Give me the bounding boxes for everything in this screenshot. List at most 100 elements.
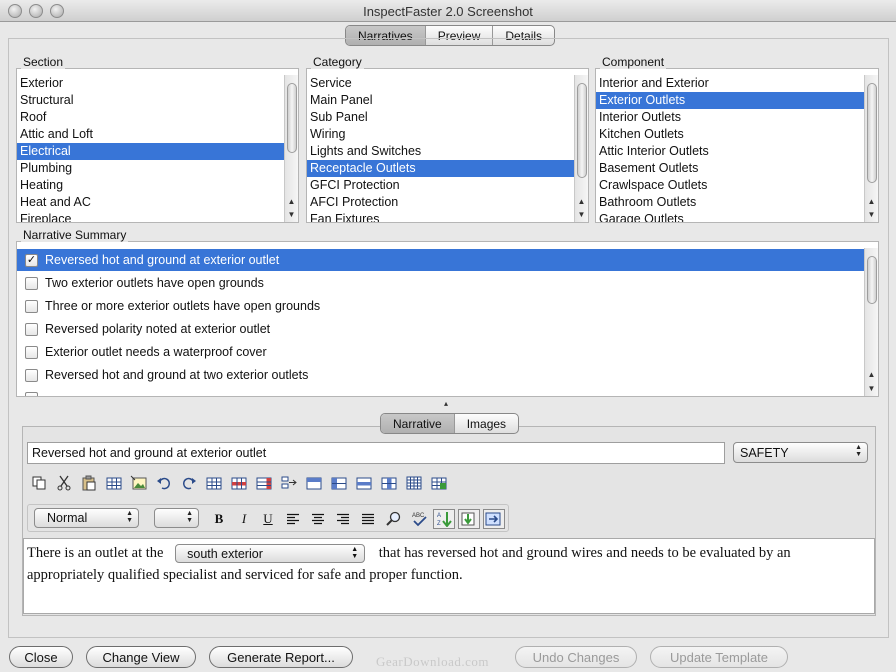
- narrative-row-partial[interactable]: [17, 387, 864, 396]
- find-icon[interactable]: [385, 510, 403, 528]
- font-size-select[interactable]: ▲ ▼: [154, 508, 199, 528]
- category-item[interactable]: GFCI Protection: [307, 177, 574, 194]
- section-item[interactable]: Plumbing: [17, 160, 284, 177]
- table-column-icon[interactable]: [255, 474, 273, 492]
- change-view-button[interactable]: Change View: [86, 646, 196, 668]
- category-item[interactable]: AFCI Protection: [307, 194, 574, 211]
- section-item[interactable]: Heat and AC: [17, 194, 284, 211]
- category-item[interactable]: Main Panel: [307, 92, 574, 109]
- tab-images[interactable]: Images: [455, 414, 518, 433]
- style-select[interactable]: Normal ▲ ▼: [34, 508, 139, 528]
- spellcheck-icon[interactable]: ABC: [410, 510, 428, 528]
- insert-table-icon[interactable]: [105, 474, 123, 492]
- category-item[interactable]: Service: [307, 75, 574, 92]
- sort-icon[interactable]: AZ: [433, 509, 455, 529]
- table-icon[interactable]: [205, 474, 223, 492]
- section-scrollbar[interactable]: ▲ ▼: [284, 75, 298, 222]
- table-merge-icon[interactable]: [355, 474, 373, 492]
- narrative-checkbox[interactable]: [25, 299, 38, 313]
- scroll-thumb[interactable]: [577, 83, 587, 178]
- insert-image-icon[interactable]: [130, 474, 148, 492]
- scroll-up-icon[interactable]: ▲: [865, 369, 878, 381]
- paste-icon[interactable]: [80, 474, 98, 492]
- tab-narrative[interactable]: Narrative: [381, 414, 455, 433]
- location-select[interactable]: south exterior ▲ ▼: [175, 544, 366, 564]
- scroll-down-icon[interactable]: ▼: [575, 209, 588, 221]
- scroll-up-icon[interactable]: ▲: [865, 196, 878, 208]
- export-icon[interactable]: [483, 509, 505, 529]
- scroll-down-icon[interactable]: ▼: [865, 383, 878, 395]
- table-split-icon[interactable]: [330, 474, 348, 492]
- component-item[interactable]: Garage Outlets: [596, 211, 864, 222]
- splitter-handle-icon[interactable]: ▴: [444, 399, 448, 408]
- scroll-up-icon[interactable]: ▲: [285, 196, 298, 208]
- scroll-down-icon[interactable]: ▼: [865, 209, 878, 221]
- narrative-row[interactable]: Two exterior outlets have open grounds: [17, 272, 864, 294]
- severity-select[interactable]: SAFETY ▲ ▼: [733, 442, 868, 463]
- component-scrollbar[interactable]: ▲ ▼: [864, 75, 878, 222]
- table-delete-icon[interactable]: [380, 474, 398, 492]
- narrative-checkbox[interactable]: [25, 345, 38, 359]
- table-props-icon[interactable]: [430, 474, 448, 492]
- category-item[interactable]: Lights and Switches: [307, 143, 574, 160]
- category-item[interactable]: Sub Panel: [307, 109, 574, 126]
- align-center-icon[interactable]: [309, 510, 327, 528]
- narrative-row[interactable]: Reversed hot and ground at two exterior …: [17, 364, 864, 386]
- generate-report-button[interactable]: Generate Report...: [209, 646, 353, 668]
- scroll-thumb[interactable]: [867, 83, 877, 183]
- bold-icon[interactable]: B: [210, 510, 228, 528]
- section-item[interactable]: Structural: [17, 92, 284, 109]
- narrative-checkbox[interactable]: [25, 391, 38, 396]
- table-grid-icon[interactable]: [405, 474, 423, 492]
- undo-changes-button[interactable]: Undo Changes: [515, 646, 637, 668]
- category-item-selected[interactable]: Receptacle Outlets: [307, 160, 574, 177]
- category-item[interactable]: Fan Fixtures: [307, 211, 574, 222]
- undo-icon[interactable]: [155, 474, 173, 492]
- section-item[interactable]: Attic and Loft: [17, 126, 284, 143]
- narrative-row[interactable]: Exterior outlet needs a waterproof cover: [17, 341, 864, 363]
- section-item[interactable]: Exterior: [17, 75, 284, 92]
- section-item[interactable]: Fireplace: [17, 211, 284, 222]
- update-template-button[interactable]: Update Template: [650, 646, 788, 668]
- table-insert-icon[interactable]: [280, 474, 298, 492]
- scroll-down-icon[interactable]: ▼: [285, 209, 298, 221]
- category-scrollbar[interactable]: ▲ ▼: [574, 75, 588, 222]
- narrative-checkbox[interactable]: [25, 276, 38, 290]
- justify-icon[interactable]: [359, 510, 377, 528]
- copy-icon[interactable]: [30, 474, 48, 492]
- scroll-thumb[interactable]: [867, 256, 877, 304]
- close-button[interactable]: Close: [9, 646, 73, 668]
- narrative-editor[interactable]: There is an outlet at the south exterior…: [23, 538, 875, 614]
- component-item[interactable]: Kitchen Outlets: [596, 126, 864, 143]
- section-item-selected[interactable]: Electrical: [17, 143, 284, 160]
- component-item[interactable]: Interior and Exterior: [596, 75, 864, 92]
- narrative-row[interactable]: Three or more exterior outlets have open…: [17, 295, 864, 317]
- scroll-up-icon[interactable]: ▲: [575, 196, 588, 208]
- narrative-scrollbar[interactable]: ▲ ▼: [864, 248, 878, 396]
- section-item[interactable]: Roof: [17, 109, 284, 126]
- component-item[interactable]: Interior Outlets: [596, 109, 864, 126]
- table-header-icon[interactable]: [305, 474, 323, 492]
- underline-icon[interactable]: U: [259, 510, 277, 528]
- align-right-icon[interactable]: [334, 510, 352, 528]
- narrative-checkbox-checked[interactable]: ✓: [25, 253, 38, 267]
- component-item[interactable]: Bathroom Outlets: [596, 194, 864, 211]
- component-item-selected[interactable]: Exterior Outlets: [596, 92, 864, 109]
- section-item[interactable]: Heating: [17, 177, 284, 194]
- align-left-icon[interactable]: [284, 510, 302, 528]
- cut-icon[interactable]: [55, 474, 73, 492]
- category-item[interactable]: Wiring: [307, 126, 574, 143]
- narrative-checkbox[interactable]: [25, 368, 38, 382]
- italic-icon[interactable]: I: [235, 510, 253, 528]
- narrative-title-field[interactable]: Reversed hot and ground at exterior outl…: [27, 442, 725, 464]
- narrative-row-selected[interactable]: ✓ Reversed hot and ground at exterior ou…: [17, 249, 864, 271]
- redo-icon[interactable]: [180, 474, 198, 492]
- component-item[interactable]: Attic Interior Outlets: [596, 143, 864, 160]
- narrative-checkbox[interactable]: [25, 322, 38, 336]
- table-row-icon[interactable]: [230, 474, 248, 492]
- narrative-row[interactable]: Reversed polarity noted at exterior outl…: [17, 318, 864, 340]
- component-item[interactable]: Basement Outlets: [596, 160, 864, 177]
- import-icon[interactable]: [458, 509, 480, 529]
- scroll-thumb[interactable]: [287, 83, 297, 153]
- component-item[interactable]: Crawlspace Outlets: [596, 177, 864, 194]
